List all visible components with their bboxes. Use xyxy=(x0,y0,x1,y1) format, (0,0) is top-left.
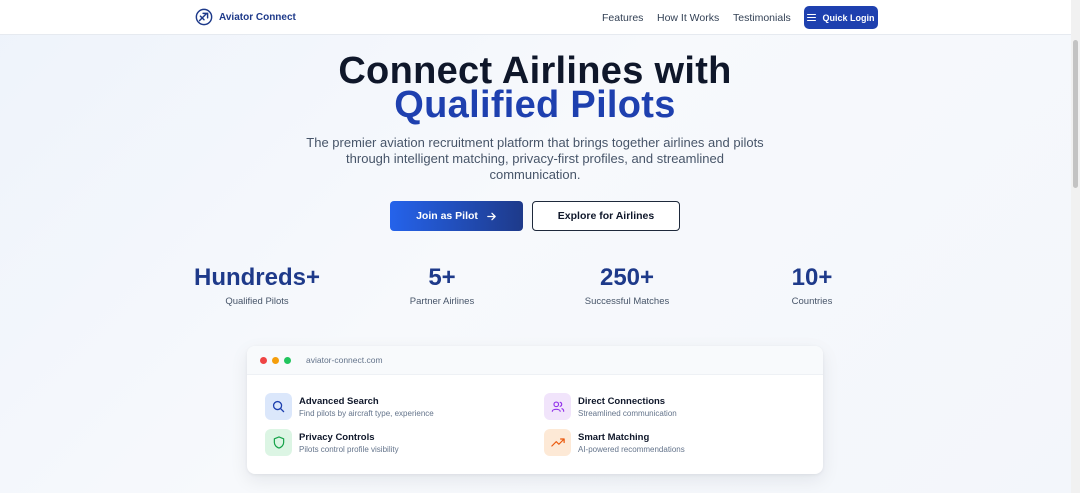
stat-partner-airlines: 5+ Partner Airlines xyxy=(392,264,492,307)
page-scrollbar[interactable] xyxy=(1071,0,1080,493)
nav-link-features[interactable]: Features xyxy=(602,12,643,24)
feature-title: Privacy Controls xyxy=(299,431,375,443)
feature-privacy-controls: Privacy Controls Pilots control profile … xyxy=(265,429,399,456)
top-navbar: Aviator Connect Features How It Works Te… xyxy=(0,0,1080,35)
hero-title-line2: Qualified Pilots xyxy=(394,84,676,126)
feature-desc: AI-powered recommendations xyxy=(578,444,685,454)
stat-countries: 10+ Countries xyxy=(772,264,852,307)
explore-for-airlines-button[interactable]: Explore for Airlines xyxy=(532,201,680,231)
join-as-pilot-label: Join as Pilot xyxy=(416,210,478,222)
stat-qualified-pilots: Hundreds+ Qualified Pilots xyxy=(193,264,321,307)
browser-preview: aviator-connect.com Advanced Search Find… xyxy=(247,346,823,474)
arrow-right-icon xyxy=(487,212,496,220)
feature-advanced-search: Advanced Search Find pilots by aircraft … xyxy=(265,393,434,420)
feature-desc: Streamlined communication xyxy=(578,408,677,418)
feature-title: Smart Matching xyxy=(578,431,650,443)
nav-link-testimonials[interactable]: Testimonials xyxy=(733,12,791,24)
stat-value: Hundreds+ xyxy=(193,264,321,291)
quick-login-label: Quick Login xyxy=(822,12,875,23)
feature-title: Advanced Search xyxy=(299,395,379,407)
stat-value: 250+ xyxy=(599,264,655,291)
browser-url: aviator-connect.com xyxy=(306,355,383,365)
explore-for-airlines-label: Explore for Airlines xyxy=(557,210,655,222)
feature-desc: Find pilots by aircraft type, experience xyxy=(299,408,434,418)
trend-up-icon xyxy=(544,429,571,456)
menu-icon xyxy=(807,13,817,22)
stat-label: Partner Airlines xyxy=(409,296,475,307)
stat-value: 10+ xyxy=(791,264,833,291)
window-close-dot xyxy=(260,356,267,364)
scrollbar-thumb[interactable] xyxy=(1073,40,1078,188)
window-minimize-dot xyxy=(272,356,279,364)
hero-subtitle: The premier aviation recruitment platfor… xyxy=(306,135,764,182)
plane-logo-icon xyxy=(195,8,213,26)
feature-direct-connections: Direct Connections Streamlined communica… xyxy=(544,393,677,420)
stat-successful-matches: 250+ Successful Matches xyxy=(572,264,682,307)
quick-login-button[interactable]: Quick Login xyxy=(804,6,878,29)
stat-value: 5+ xyxy=(428,264,456,291)
feature-title: Direct Connections xyxy=(578,395,666,407)
stat-label: Countries xyxy=(791,296,833,307)
nav-link-how-it-works[interactable]: How It Works xyxy=(657,12,719,24)
stat-label: Successful Matches xyxy=(584,296,670,307)
window-maximize-dot xyxy=(284,356,291,364)
users-icon xyxy=(544,393,571,420)
search-icon xyxy=(265,393,292,420)
join-as-pilot-button[interactable]: Join as Pilot xyxy=(390,201,523,231)
feature-smart-matching: Smart Matching AI-powered recommendation… xyxy=(544,429,685,456)
brand-link[interactable]: Aviator Connect xyxy=(195,8,296,26)
browser-title-bar: aviator-connect.com xyxy=(247,346,823,375)
feature-desc: Pilots control profile visibility xyxy=(299,444,399,454)
brand-name: Aviator Connect xyxy=(219,11,296,23)
shield-icon xyxy=(265,429,292,456)
stat-label: Qualified Pilots xyxy=(225,296,289,307)
